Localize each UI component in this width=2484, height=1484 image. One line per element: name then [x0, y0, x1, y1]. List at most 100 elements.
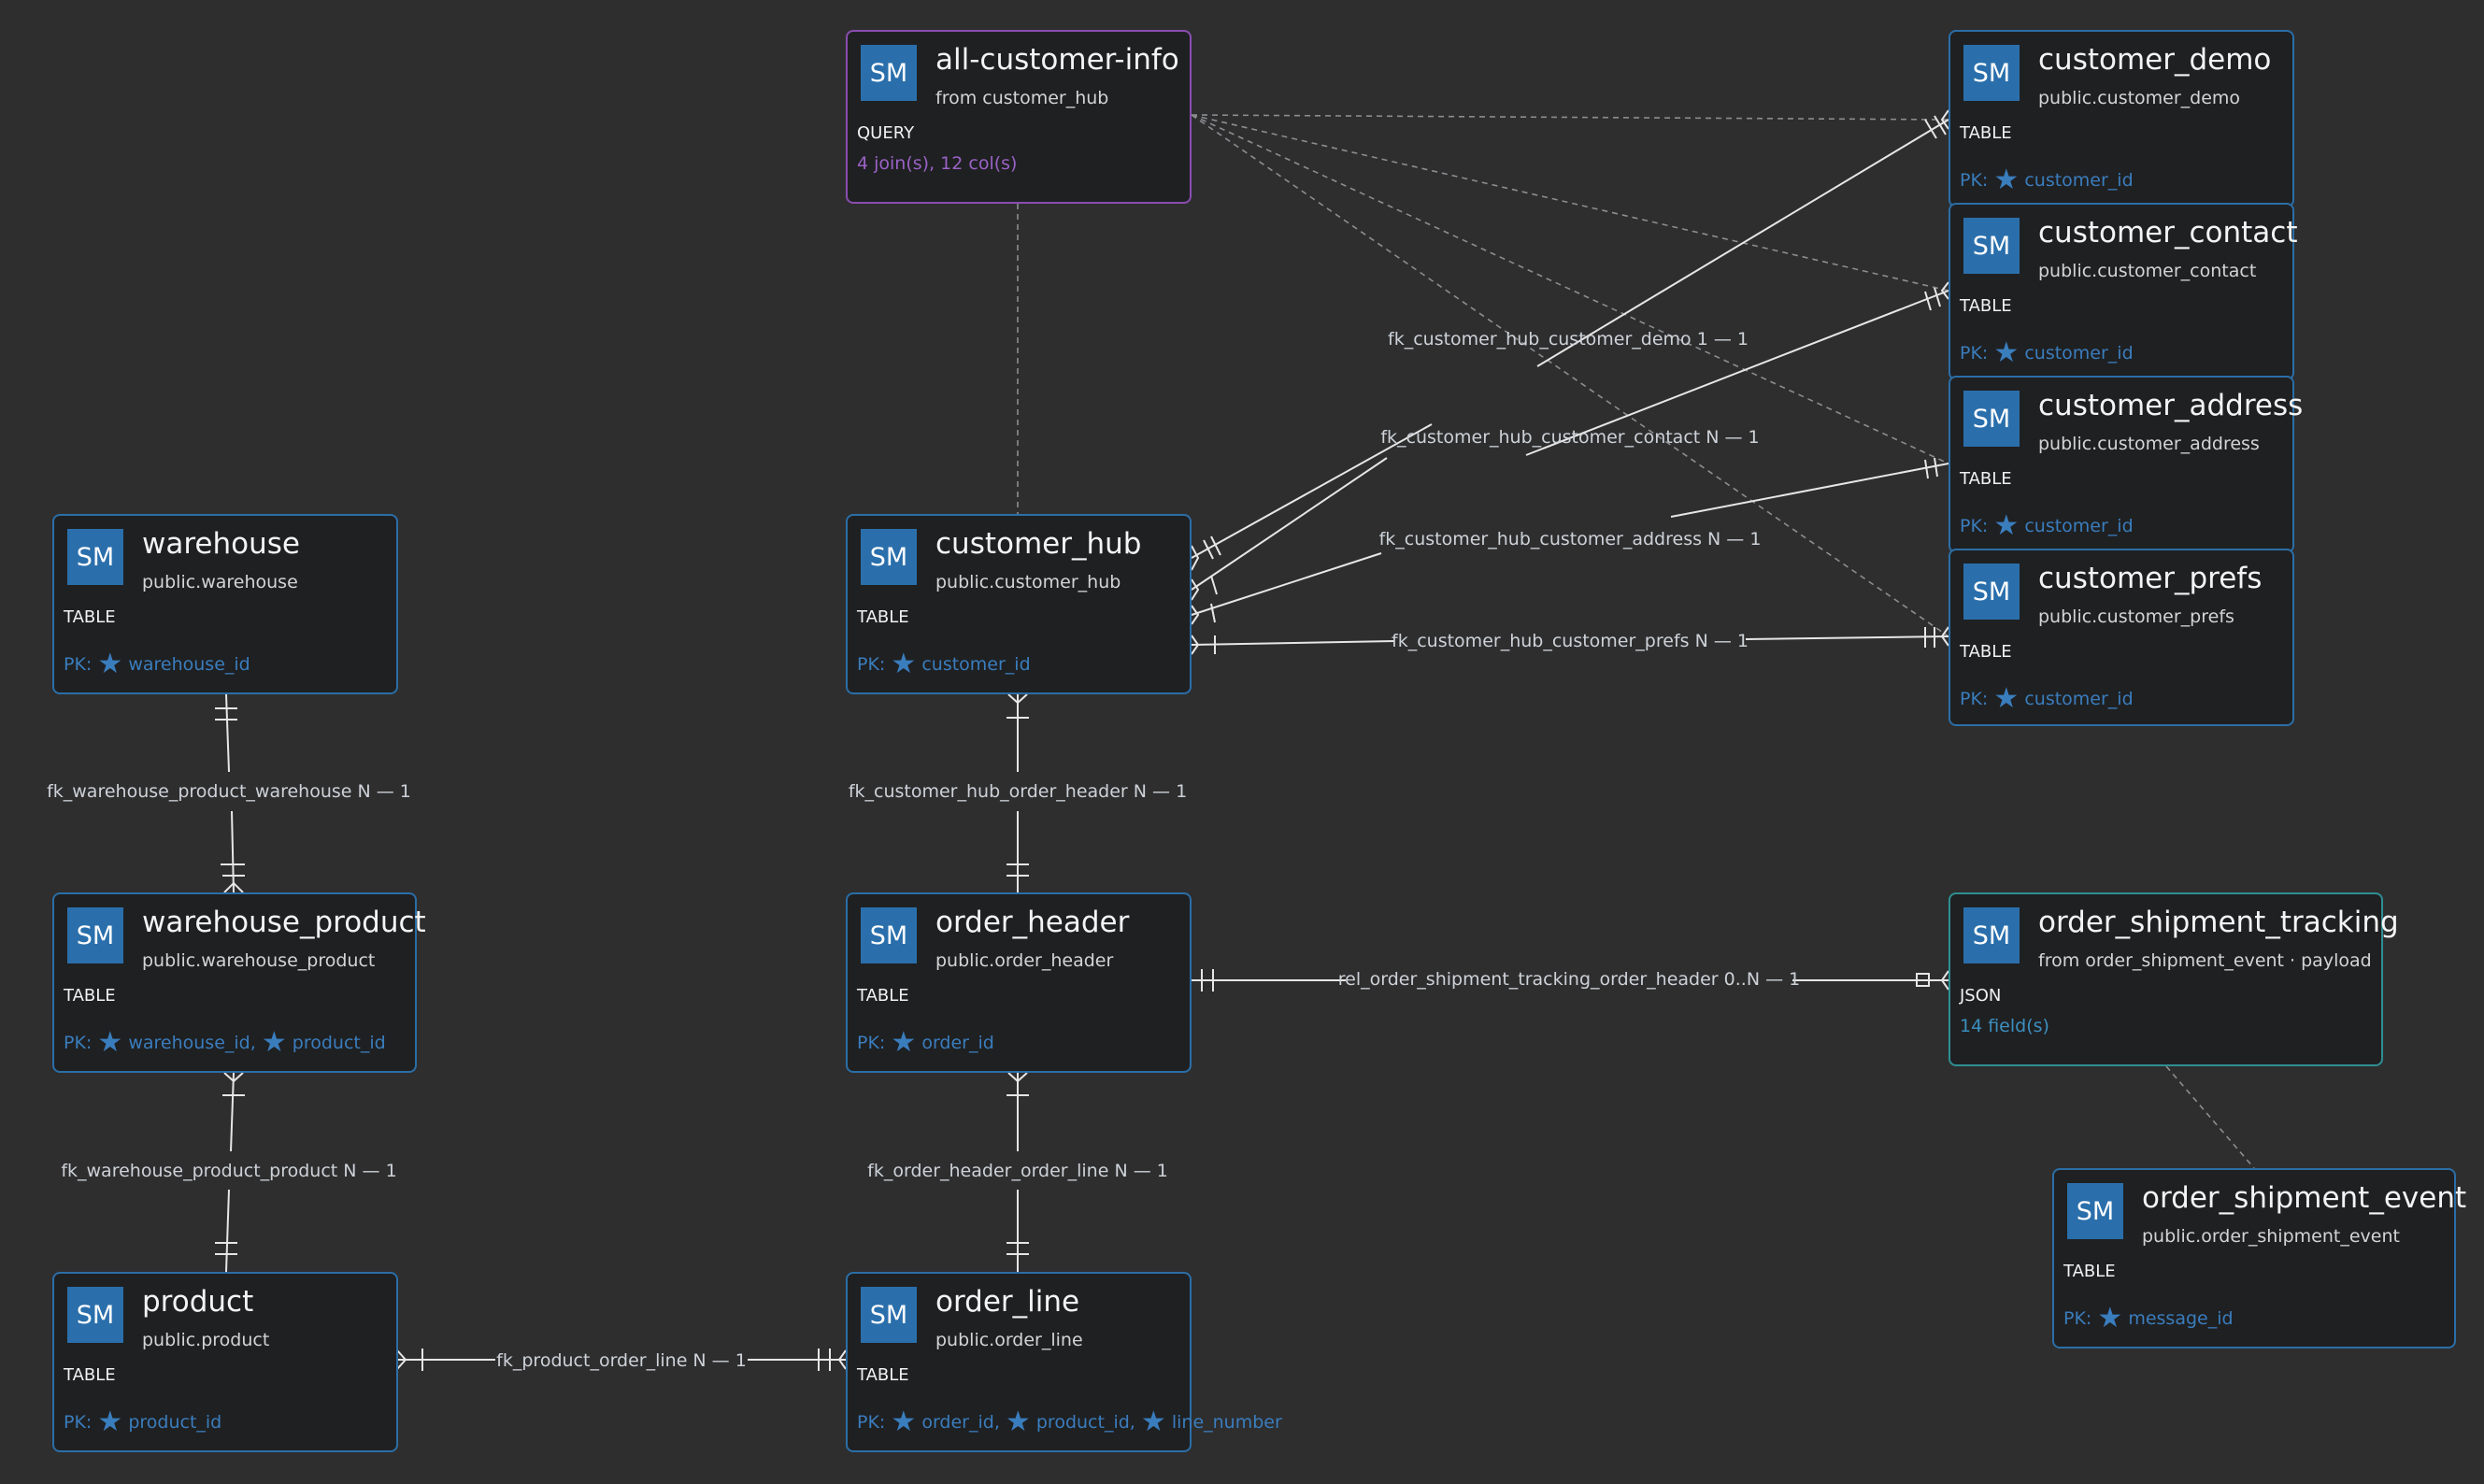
- pk-label: PK:: [64, 1033, 93, 1053]
- node-title: warehouse: [142, 527, 300, 561]
- edge-label-hub-demo[interactable]: fk_customer_hub_customer_demo 1 — 1: [1388, 329, 1749, 350]
- node-customer-prefs[interactable]: SM customer_prefs public.customer_prefs …: [1949, 549, 2294, 726]
- node-type-icon: SM: [1963, 218, 2020, 274]
- edge-line-hub-prefs[interactable]: [1191, 640, 1395, 646]
- node-kind: TABLE: [2063, 1262, 2116, 1281]
- node-detail: 4 join(s), 12 col(s): [857, 153, 1018, 174]
- node-title: all-customer-info: [935, 43, 1179, 77]
- node-primary-key: PK: ★ warehouse_id: [64, 650, 250, 678]
- edge-label-p-ol[interactable]: fk_product_order_line N — 1: [496, 1350, 747, 1371]
- edge-label-hub-contact[interactable]: fk_customer_hub_customer_contact N — 1: [1380, 427, 1759, 448]
- pk-label: PK:: [1960, 689, 1989, 709]
- edge-line-hub-address[interactable]: [1191, 552, 1382, 616]
- key-star-icon: ★: [2097, 1302, 2123, 1334]
- key-star-icon: ★: [97, 1026, 123, 1059]
- node-kind: TABLE: [64, 607, 116, 627]
- node-subtitle: public.customer_hub: [935, 572, 1121, 592]
- edge-label-oh-ost[interactable]: rel_order_shipment_tracking_order_header…: [1338, 969, 1800, 990]
- pk-column: customer_id: [2024, 516, 2134, 536]
- node-title: order_line: [935, 1285, 1080, 1319]
- node-kind: TABLE: [1960, 469, 2012, 489]
- node-title: customer_hub: [935, 527, 1142, 561]
- pk-label: PK:: [64, 1412, 93, 1433]
- node-customer-contact[interactable]: SM customer_contact public.customer_cont…: [1949, 203, 2298, 380]
- pk-column: warehouse_id,: [128, 1033, 256, 1053]
- edge-label-hub-prefs[interactable]: fk_customer_hub_customer_prefs N — 1: [1392, 631, 1749, 651]
- node-primary-key: PK: ★ order_id, ★ product_id, ★ line_num…: [857, 1408, 1282, 1436]
- edge-label-wh-whp[interactable]: fk_warehouse_product_warehouse N — 1: [47, 781, 411, 802]
- key-star-icon: ★: [891, 1026, 917, 1059]
- node-kind: TABLE: [64, 1365, 116, 1385]
- node-warehouse-product[interactable]: SM warehouse_product public.warehouse_pr…: [52, 892, 426, 1073]
- node-detail: 14 field(s): [1960, 1016, 2049, 1036]
- key-star-icon: ★: [1993, 682, 2020, 715]
- node-subtitle: from customer_hub: [935, 88, 1109, 108]
- node-warehouse[interactable]: SM warehouse public.warehouse TABLE PK: …: [52, 514, 398, 694]
- key-star-icon: ★: [97, 648, 123, 680]
- node-subtitle: public.order_shipment_event: [2142, 1226, 2400, 1247]
- node-kind: TABLE: [1960, 296, 2012, 316]
- lineage-json-event: [2165, 1065, 2255, 1169]
- node-order-shipment-event[interactable]: SM order_shipment_event public.order_shi…: [2052, 1168, 2466, 1348]
- edge-label-hub-oh[interactable]: fk_customer_hub_order_header N — 1: [849, 781, 1187, 802]
- pk-label: PK:: [64, 654, 93, 675]
- node-order-shipment-tracking[interactable]: SM order_shipment_tracking from order_sh…: [1949, 892, 2399, 1066]
- node-type-icon: SM: [67, 529, 123, 585]
- pk-column: warehouse_id: [128, 654, 250, 675]
- edge-label-oh-ol[interactable]: fk_order_header_order_line N — 1: [867, 1161, 1168, 1181]
- node-type-icon: SM: [1963, 907, 2020, 963]
- node-subtitle: public.order_header: [935, 950, 1114, 971]
- edge-line-wh-whp[interactable]: [225, 693, 230, 773]
- node-product[interactable]: SM product public.product TABLE PK: ★ pr…: [52, 1272, 398, 1452]
- edge-line-hub-demo-2[interactable]: [1536, 119, 1949, 367]
- key-star-icon: ★: [97, 1406, 123, 1438]
- key-star-icon: ★: [1005, 1406, 1031, 1438]
- pk-label: PK:: [1960, 170, 1989, 191]
- edge-line-hub-address-2[interactable]: [1670, 463, 1949, 518]
- node-type-icon: SM: [861, 1287, 917, 1343]
- node-customer-address[interactable]: SM customer_address public.customer_addr…: [1949, 376, 2303, 553]
- node-type-icon: SM: [2067, 1183, 2123, 1239]
- edge-line-wh-whp-2[interactable]: [231, 810, 235, 893]
- node-subtitle: public.warehouse_product: [142, 950, 376, 971]
- node-title: product: [142, 1285, 254, 1319]
- edge-line-hub-demo[interactable]: [1191, 423, 1433, 559]
- lineage-query-prefs: [1191, 114, 1949, 637]
- lineage-query-contact: [1191, 114, 1949, 292]
- key-star-icon: ★: [1993, 509, 2020, 542]
- node-primary-key: PK: ★ customer_id: [857, 650, 1031, 678]
- node-title: warehouse_product: [142, 906, 426, 939]
- node-type-icon: SM: [861, 907, 917, 963]
- edge-line-hub-prefs-2[interactable]: [1745, 635, 1949, 640]
- node-kind: TABLE: [64, 986, 116, 1006]
- pk-label: PK:: [857, 1033, 886, 1053]
- edge-line-hub-contact-2[interactable]: [1525, 290, 1949, 456]
- pk-label: PK:: [857, 1412, 886, 1433]
- pk-column: customer_id: [2024, 343, 2134, 364]
- pk-column: order_id,: [921, 1412, 1000, 1433]
- node-customer-demo[interactable]: SM customer_demo public.customer_demo TA…: [1949, 30, 2294, 207]
- node-primary-key: PK: ★ customer_id: [1960, 685, 2134, 713]
- node-kind: TABLE: [1960, 642, 2012, 662]
- key-star-icon: ★: [891, 1406, 917, 1438]
- node-subtitle: public.customer_prefs: [2038, 606, 2234, 627]
- edge-label-hub-address[interactable]: fk_customer_hub_customer_address N — 1: [1379, 529, 1762, 549]
- node-order-header[interactable]: SM order_header public.order_header TABL…: [846, 892, 1192, 1073]
- edge-line-whp-p[interactable]: [230, 1072, 235, 1152]
- edge-label-whp-p[interactable]: fk_warehouse_product_product N — 1: [61, 1161, 396, 1181]
- node-type-icon: SM: [67, 1287, 123, 1343]
- edge-line-hub-contact[interactable]: [1191, 457, 1388, 591]
- node-kind: TABLE: [857, 1365, 909, 1385]
- node-order-line[interactable]: SM order_line public.order_line TABLE PK…: [846, 1272, 1282, 1452]
- pk-column: customer_id: [2024, 689, 2134, 709]
- node-subtitle: public.warehouse: [142, 572, 298, 592]
- pk-label: PK:: [1960, 343, 1989, 364]
- pk-label: PK:: [2063, 1308, 2092, 1329]
- pk-column: line_number: [1171, 1412, 1282, 1433]
- pk-column: product_id,: [1035, 1412, 1135, 1433]
- node-title: customer_contact: [2038, 216, 2298, 250]
- edge-line-whp-p-2[interactable]: [225, 1189, 230, 1273]
- node-primary-key: PK: ★ product_id: [64, 1408, 221, 1436]
- node-customer-hub[interactable]: SM customer_hub public.customer_hub TABL…: [846, 514, 1192, 694]
- node-all-customer-info[interactable]: SM all-customer-info from customer_hub Q…: [846, 30, 1192, 204]
